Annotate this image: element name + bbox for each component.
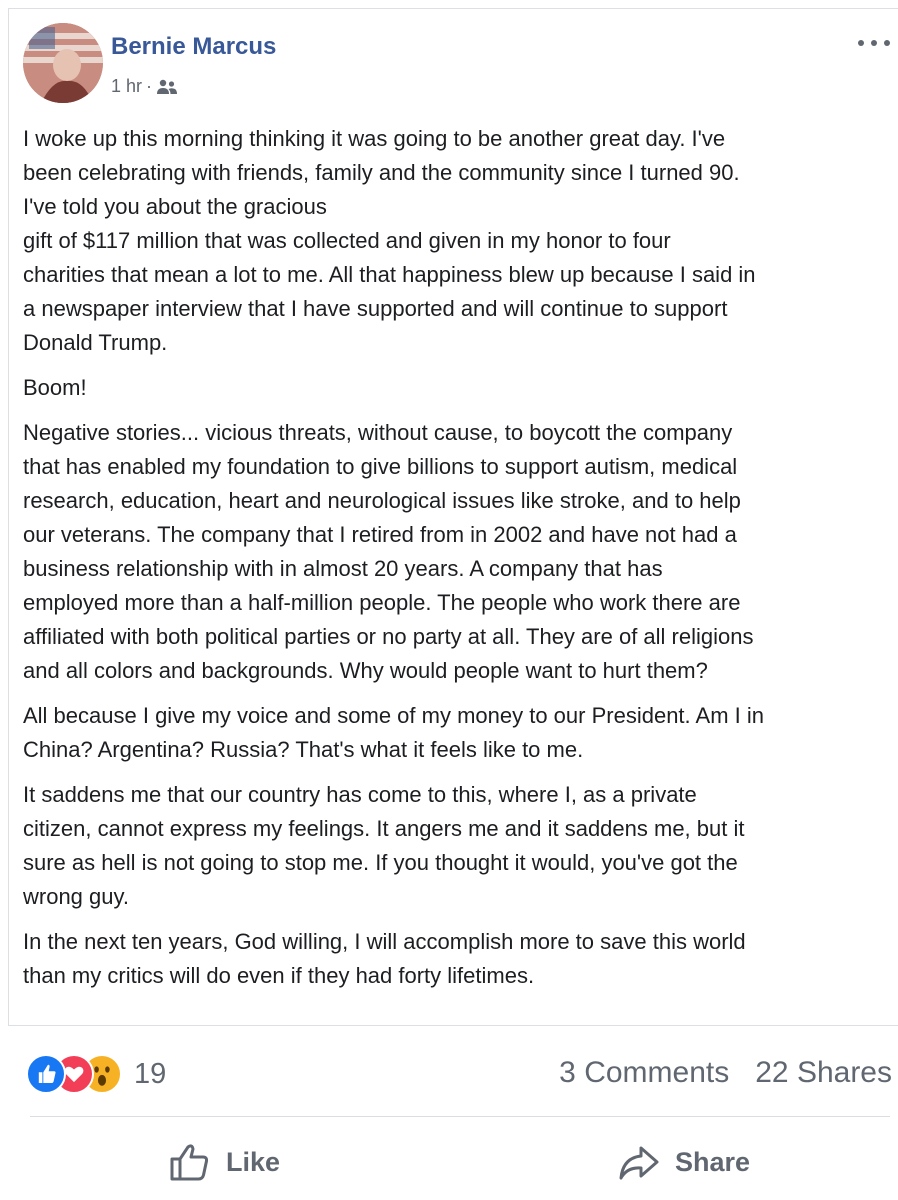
post-line: that has enabled my foundation to give b… bbox=[23, 454, 738, 479]
post-line: charities that mean a lot to me. All tha… bbox=[23, 262, 756, 287]
share-label: Share bbox=[675, 1146, 751, 1177]
meta-separator: · bbox=[146, 76, 153, 96]
post-line: employed more than a half-million people… bbox=[23, 590, 741, 615]
post-paragraph: Negative stories... vicious threats, wit… bbox=[23, 416, 883, 688]
post-line: Negative stories... vicious threats, wit… bbox=[23, 420, 733, 445]
post-paragraph: In the next ten years, God willing, I wi… bbox=[23, 925, 883, 993]
post-line: In the next ten years, God willing, I wi… bbox=[23, 929, 746, 954]
comments-count-link[interactable]: 3 Comments bbox=[559, 1056, 729, 1090]
reactions-summary[interactable]: 19 bbox=[26, 1054, 166, 1094]
post-line: Donald Trump. bbox=[23, 330, 168, 355]
share-button[interactable]: Share bbox=[617, 1140, 750, 1184]
more-dot bbox=[871, 40, 877, 46]
post-line: gift of $117 million that was collected … bbox=[23, 228, 671, 253]
more-options-icon[interactable] bbox=[858, 33, 890, 53]
post-line: business relationship with in almost 20 … bbox=[23, 556, 663, 581]
more-dot bbox=[858, 40, 864, 46]
post-line: I've told you about the gracious bbox=[23, 194, 327, 219]
post-line: All because I give my voice and some of … bbox=[23, 703, 765, 728]
profile-photo-icon bbox=[23, 23, 103, 103]
post-time[interactable]: 1 hr bbox=[111, 76, 142, 97]
post-line: research, education, heart and neurologi… bbox=[23, 488, 741, 513]
post-line: and all colors and backgrounds. Why woul… bbox=[23, 658, 708, 683]
post-paragraph: It saddens me that our country has come … bbox=[23, 778, 883, 914]
share-arrow-icon bbox=[619, 1146, 659, 1180]
like-button[interactable]: Like bbox=[168, 1140, 280, 1184]
shares-count-link[interactable]: 22 Shares bbox=[755, 1056, 892, 1090]
more-dot bbox=[884, 40, 890, 46]
post-paragraph: Boom! bbox=[23, 371, 883, 405]
divider bbox=[30, 1116, 890, 1117]
post-line: citizen, cannot express my feelings. It … bbox=[23, 816, 745, 841]
post-card: Bernie Marcus 1 hr · I woke up this morn… bbox=[8, 8, 898, 1026]
avatar[interactable] bbox=[23, 23, 103, 103]
friends-icon[interactable] bbox=[156, 78, 178, 96]
post-meta: 1 hr · bbox=[111, 76, 178, 97]
post-line: Boom! bbox=[23, 375, 87, 400]
post-line: sure as hell is not going to stop me. If… bbox=[23, 850, 738, 875]
engagement-counts: 3 Comments 22 Shares bbox=[559, 1056, 892, 1090]
post-paragraph: All because I give my voice and some of … bbox=[23, 699, 883, 767]
post-line: our veterans. The company that I retired… bbox=[23, 522, 737, 547]
thumbs-up-icon bbox=[170, 1144, 209, 1181]
author-name[interactable]: Bernie Marcus bbox=[111, 33, 276, 61]
post-line: wrong guy. bbox=[23, 884, 129, 909]
post-line: China? Argentina? Russia? That's what it… bbox=[23, 737, 584, 762]
like-reaction-icon bbox=[26, 1054, 66, 1094]
post-paragraph: I woke up this morning thinking it was g… bbox=[23, 122, 883, 360]
post-line: been celebrating with friends, family an… bbox=[23, 160, 740, 185]
post-line: I woke up this morning thinking it was g… bbox=[23, 126, 726, 151]
post-line: It saddens me that our country has come … bbox=[23, 782, 697, 807]
post-body: I woke up this morning thinking it was g… bbox=[23, 122, 883, 1004]
like-label: Like bbox=[226, 1146, 281, 1177]
post-line: a newspaper interview that I have suppor… bbox=[23, 296, 728, 321]
post-line: affiliated with both political parties o… bbox=[23, 624, 754, 649]
post-line: than my critics will do even if they had… bbox=[23, 963, 535, 988]
reaction-count: 19 bbox=[134, 1057, 167, 1090]
